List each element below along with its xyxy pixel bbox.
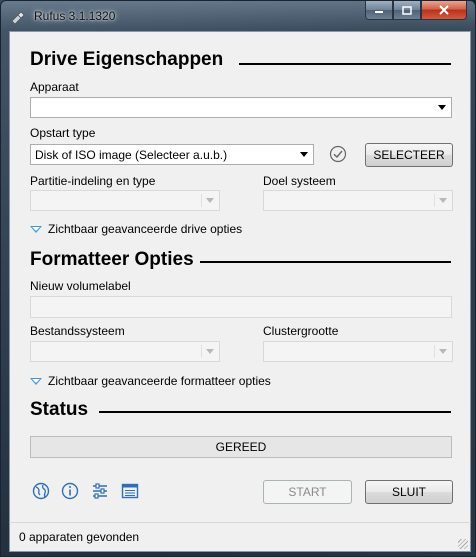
close-window-button[interactable] [421,1,467,20]
expand-chevron-icon [30,377,42,385]
advanced-drive-toggle-label: Zichtbaar geavanceerde drive opties [48,222,243,236]
format-heading-rule [200,261,451,263]
target-system-select[interactable] [263,190,453,211]
drive-heading-rule [239,63,451,65]
combo-separator [201,194,202,207]
chevron-down-icon [300,152,308,157]
boot-type-label: Opstart type [30,126,96,140]
partition-scheme-select[interactable] [30,190,220,211]
globe-icon[interactable] [32,482,50,500]
chevron-down-icon [438,105,446,110]
chevron-down-icon [206,198,214,203]
format-options-heading: Formatteer Opties [30,249,194,270]
filesystem-select[interactable] [30,341,220,362]
start-button[interactable]: START [263,480,352,504]
device-label: Apparaat [30,80,79,94]
resize-grip[interactable] [458,539,468,549]
volume-label-input[interactable] [30,296,452,318]
status-heading-rule [99,411,451,413]
minimize-button[interactable] [365,1,393,20]
target-system-label: Doel systeem [263,174,336,188]
advanced-format-toggle-label: Zichtbaar geavanceerde formatteer opties [48,374,271,388]
title-bar[interactable]: Rufus 3.1.1320 [1,1,475,31]
close-icon [439,5,449,15]
maximize-icon [402,5,412,15]
main-panel: Drive Eigenschappen Apparaat Opstart typ… [9,31,471,523]
usb-drive-icon [11,11,25,25]
chevron-down-icon [206,349,214,354]
info-icon[interactable] [61,482,79,500]
caption-buttons [365,1,467,21]
chevron-down-icon [439,198,447,203]
progress-text: GEREED [215,440,267,454]
settings-sliders-icon[interactable] [91,482,109,500]
status-bar: 0 apparaten gevonden [9,522,471,552]
boot-type-value: Disk of ISO image (Selecteer a.u.b.) [35,148,228,162]
cluster-size-label: Clustergrootte [263,324,339,338]
maximize-button[interactable] [393,1,421,20]
rufus-window: Rufus 3.1.1320 Drive Eigenschappen Appar… [0,0,476,557]
partition-scheme-label: Partitie-indeling en type [30,174,156,188]
filesystem-label: Bestandssysteem [30,324,125,338]
log-icon[interactable] [121,482,139,500]
expand-chevron-icon [30,225,42,233]
device-select[interactable] [30,97,452,118]
cluster-size-select[interactable] [263,341,453,362]
advanced-format-toggle[interactable]: Zichtbaar geavanceerde formatteer opties [30,374,271,388]
select-image-button[interactable]: SELECTEER [365,143,453,167]
chevron-down-icon [439,349,447,354]
advanced-drive-toggle[interactable]: Zichtbaar geavanceerde drive opties [30,222,242,236]
combo-separator [434,345,435,358]
combo-separator [201,345,202,358]
window-title: Rufus 3.1.1320 [34,9,116,23]
status-heading: Status [30,399,89,420]
status-bar-text: 0 apparaten gevonden [19,530,140,544]
progress-bar: GEREED [30,436,452,458]
close-button[interactable]: SLUIT [365,480,453,504]
boot-type-select[interactable]: Disk of ISO image (Selecteer a.u.b.) [30,144,314,165]
volume-label-label: Nieuw volumelabel [30,279,131,293]
checksum-icon[interactable] [329,145,347,163]
combo-separator [434,194,435,207]
minimize-icon [375,11,383,13]
drive-properties-heading: Drive Eigenschappen [30,49,224,70]
